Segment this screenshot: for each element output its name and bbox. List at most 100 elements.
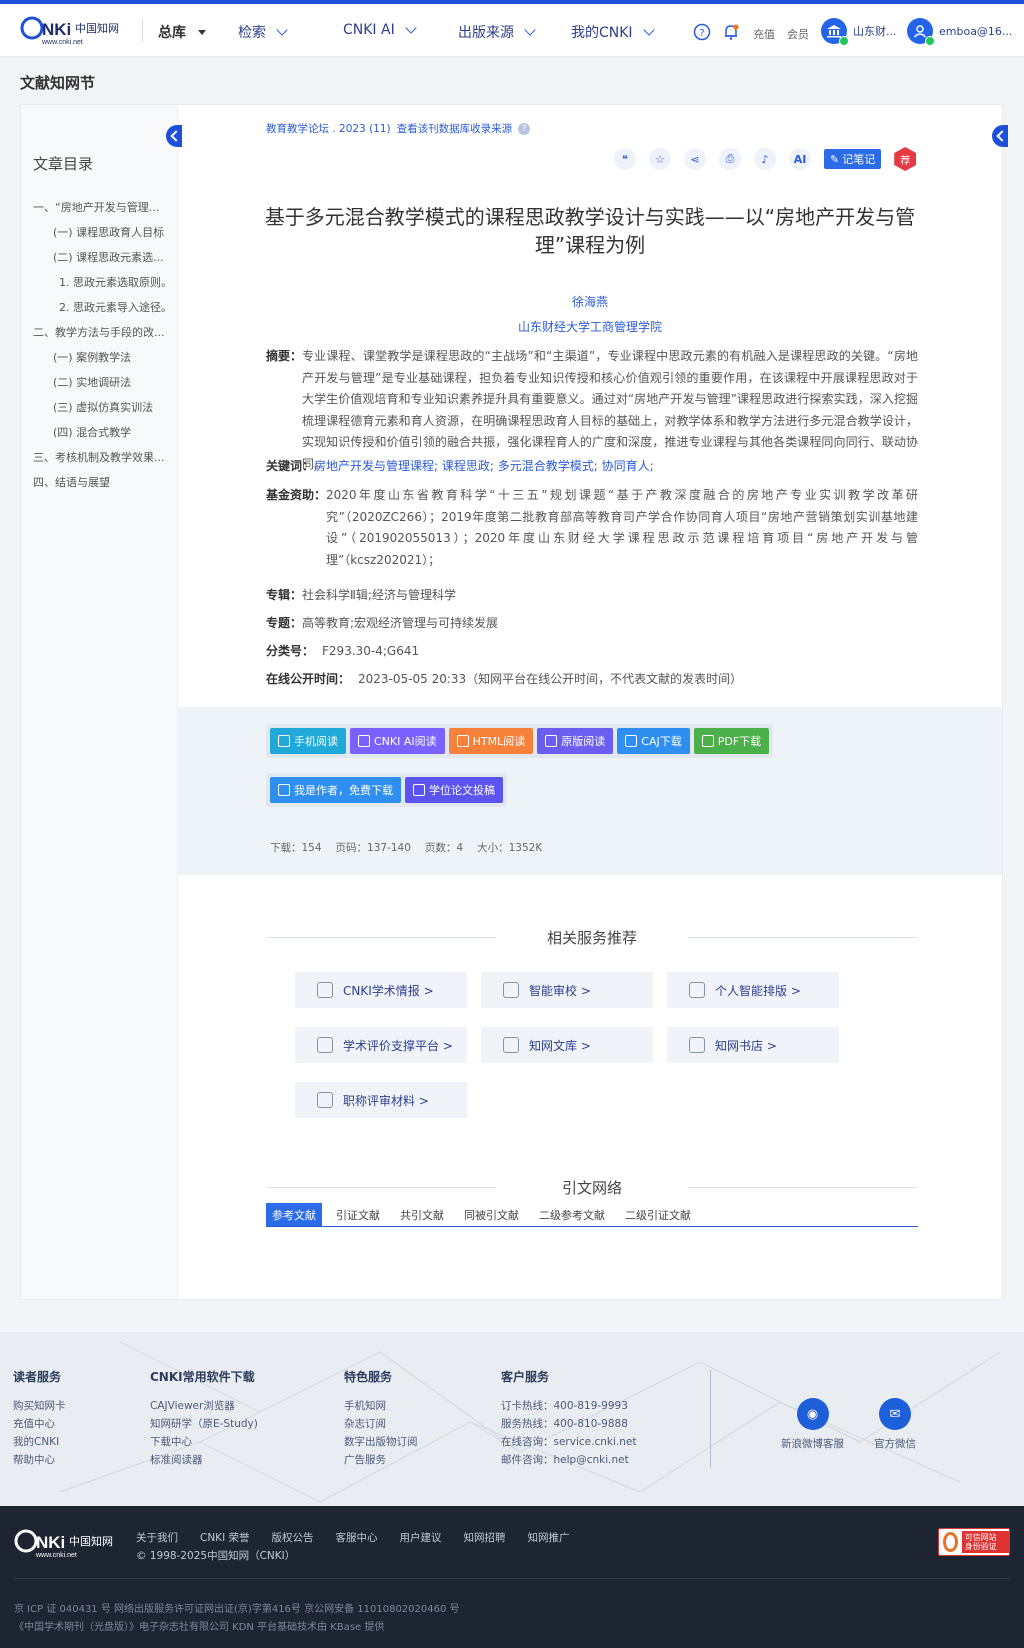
service-cnki-library[interactable]: 知网文库 > (481, 1027, 653, 1063)
toc-item[interactable]: (四) 混合式教学 (53, 424, 131, 440)
footer-link[interactable]: CAJViewer浏览器 (150, 1397, 258, 1415)
pdf-download-button[interactable]: PDF下载 (693, 728, 770, 754)
toc-item[interactable]: 四、结语与展望 (33, 474, 110, 490)
toc-item[interactable]: 三、考核机制及教学效果... (33, 449, 165, 465)
footer-featured: 特色服务 手机知网 杂志订阅 数字出版物订阅 广告服务 (344, 1368, 418, 1469)
help-icon[interactable]: ? (693, 23, 711, 41)
user-account[interactable]: emboa@16... (907, 18, 1012, 46)
service-title-review[interactable]: 职称评审材料 > (295, 1082, 467, 1118)
toc-item[interactable]: (一) 课程思政育人目标 (53, 224, 164, 240)
fund-text[interactable]: 2020年度山东省教育科学“十三五”规划课题“基于产教深度融合的房地产专业实训教… (326, 485, 918, 571)
tab-co-citing[interactable]: 同被引文献 (458, 1203, 525, 1226)
recharge-link[interactable]: 充值 (753, 26, 775, 42)
institution-account[interactable]: 山东财... (821, 18, 897, 46)
footer-contact[interactable]: 邮件咨询：help@cnki.net (501, 1451, 636, 1469)
affiliation-link[interactable]: 山东财经大学工商管理学院 (518, 320, 662, 334)
footer-software: CNKI常用软件下载 CAJViewer浏览器 知网研学（原E-Study) 下… (150, 1368, 258, 1469)
footer-link[interactable]: 手机知网 (344, 1397, 418, 1415)
toc-item[interactable]: (二) 课程思政元素选... (53, 249, 164, 265)
button-label: CNKI AI阅读 (374, 735, 437, 748)
footer-link[interactable]: 客服中心 (336, 1530, 378, 1545)
footer-contact[interactable]: 在线咨询：service.cnki.net (501, 1433, 636, 1451)
toc-item[interactable]: (一) 案例教学法 (53, 349, 131, 365)
take-note-button[interactable]: ✎ 记笔记 (824, 149, 882, 169)
tab-references[interactable]: 参考文献 (266, 1203, 322, 1226)
toc-item[interactable]: 1. 思政元素选取原则。 (59, 274, 172, 290)
ai-button[interactable]: AI (789, 148, 811, 170)
footer-link[interactable]: 知网招聘 (464, 1530, 506, 1545)
bell-icon[interactable] (722, 23, 740, 41)
footer-link[interactable]: 标准阅读器 (150, 1451, 258, 1469)
journal-source-link[interactable]: 教育教学论坛 . 2023 (11) (266, 121, 391, 136)
service-cnki-bookstore[interactable]: 知网书店 > (667, 1027, 839, 1063)
footer-link[interactable]: 下载中心 (150, 1433, 258, 1451)
footer-link[interactable]: 关于我们 (136, 1530, 178, 1545)
footer-link[interactable]: 杂志订阅 (344, 1415, 418, 1433)
service-academic-intel[interactable]: CNKI学术情报 > (295, 972, 467, 1008)
footer-link[interactable]: CNKI 荣誉 (200, 1530, 250, 1545)
weibo-service[interactable]: ◉ 新浪微博客服 (781, 1398, 844, 1451)
nav-total-library[interactable]: 总库 (158, 22, 206, 42)
footer-links: 关于我们 CNKI 荣誉 版权公告 客服中心 用户建议 知网招聘 知网推广 (136, 1530, 570, 1545)
nav-cnki-ai[interactable]: CNKI AI (343, 22, 417, 38)
author-name[interactable]: 徐海燕 (572, 295, 608, 309)
footer-reader-services: 读者服务 购买知网卡 充值中心 我的CNKI 帮助中心 (13, 1368, 66, 1469)
footer-link[interactable]: 广告服务 (344, 1451, 418, 1469)
class-row: 分类号： F293.30-4;G641 (266, 641, 918, 663)
toc-item[interactable]: 2. 思政元素导入途径。 (59, 299, 172, 315)
footer-link[interactable]: 充值中心 (13, 1415, 66, 1433)
bell-icon[interactable]: ♪ (754, 148, 776, 170)
nav-search[interactable]: 检索 (238, 22, 288, 42)
star-icon[interactable]: ☆ (649, 148, 671, 170)
database-source-link[interactable]: 查看该刊数据库收录来源 (397, 121, 513, 136)
footer-link[interactable]: 用户建议 (400, 1530, 442, 1545)
service-smart-review[interactable]: 智能审校 > (481, 972, 653, 1008)
footer-link[interactable]: 数字出版物订阅 (344, 1433, 418, 1451)
thesis-submit-button[interactable]: 学位论文投稿 (405, 777, 503, 803)
footer-link[interactable]: 我的CNKI (13, 1433, 66, 1451)
services-heading: 相关服务推荐 (266, 927, 918, 947)
pencil-icon: ✎ (830, 152, 840, 166)
recommend-badge[interactable]: 荐 (894, 147, 917, 171)
share-icon[interactable]: ⋖ (684, 148, 706, 170)
footer-col-heading: 特色服务 (344, 1370, 393, 1384)
quote-icon[interactable]: ❝ (614, 148, 636, 170)
print-icon[interactable]: ⎙ (719, 148, 741, 170)
question-icon[interactable]: ? (518, 122, 531, 135)
toc-item[interactable]: (二) 实地调研法 (53, 374, 131, 390)
keyword-link[interactable]: 房地产开发与管理课程; (314, 459, 438, 473)
service-evaluation-platform[interactable]: 学术评价支撑平台 > (295, 1027, 467, 1063)
tab-co-cited[interactable]: 共引文献 (394, 1203, 450, 1226)
member-link[interactable]: 会员 (787, 26, 809, 42)
toc-item[interactable]: 二、教学方法与手段的改... (33, 324, 165, 340)
nav-my-cnki[interactable]: 我的CNKI (571, 22, 655, 42)
original-read-button[interactable]: 原版阅读 (537, 728, 614, 754)
footer-link[interactable]: 购买知网卡 (13, 1397, 66, 1415)
keyword-link[interactable]: 多元混合教学模式; (498, 459, 598, 473)
mobile-read-button[interactable]: 手机阅读 (270, 728, 346, 754)
wechat-official[interactable]: ✉ 官方微信 (874, 1398, 916, 1451)
tab-citing[interactable]: 引证文献 (330, 1203, 386, 1226)
keyword-link[interactable]: 课程思政; (442, 459, 494, 473)
fund-row: 基金资助： 2020年度山东省教育科学“十三五”规划课题“基于产教深度融合的房地… (266, 485, 918, 571)
footer-link[interactable]: 帮助中心 (13, 1451, 66, 1469)
cnki-logo[interactable]: NKi 中国知网 www.cnki.net (20, 14, 126, 46)
author-free-download-button[interactable]: 我是作者，免费下载 (270, 777, 401, 803)
trusted-site-badge[interactable]: 可信网站 身份验证 (938, 1528, 1010, 1556)
keyword-link[interactable]: 协同育人; (602, 459, 654, 473)
tab-secondary-references[interactable]: 二级参考文献 (533, 1203, 611, 1226)
toc-item[interactable]: (三) 虚拟仿真实训法 (53, 399, 153, 415)
toc-item[interactable]: 一、“房地产开发与管理... (33, 199, 159, 215)
footer-link[interactable]: 版权公告 (272, 1530, 314, 1545)
tab-secondary-citing[interactable]: 二级引证文献 (619, 1203, 697, 1226)
footer-contact: 订卡热线：400-819-9993 (501, 1400, 628, 1412)
class-label: 分类号： (266, 644, 315, 658)
footer-link[interactable]: 知网研学（原E-Study) (150, 1415, 258, 1433)
caj-download-button[interactable]: CAJ下载 (617, 728, 690, 754)
service-smart-layout[interactable]: 个人智能排版 > (667, 972, 839, 1008)
footer-link[interactable]: 知网推广 (528, 1530, 570, 1545)
ai-read-button[interactable]: CNKI AI阅读 (350, 728, 445, 754)
pdf-icon (701, 735, 714, 747)
html-read-button[interactable]: HTML阅读 (448, 728, 534, 754)
nav-publication-source[interactable]: 出版来源 (458, 22, 536, 42)
